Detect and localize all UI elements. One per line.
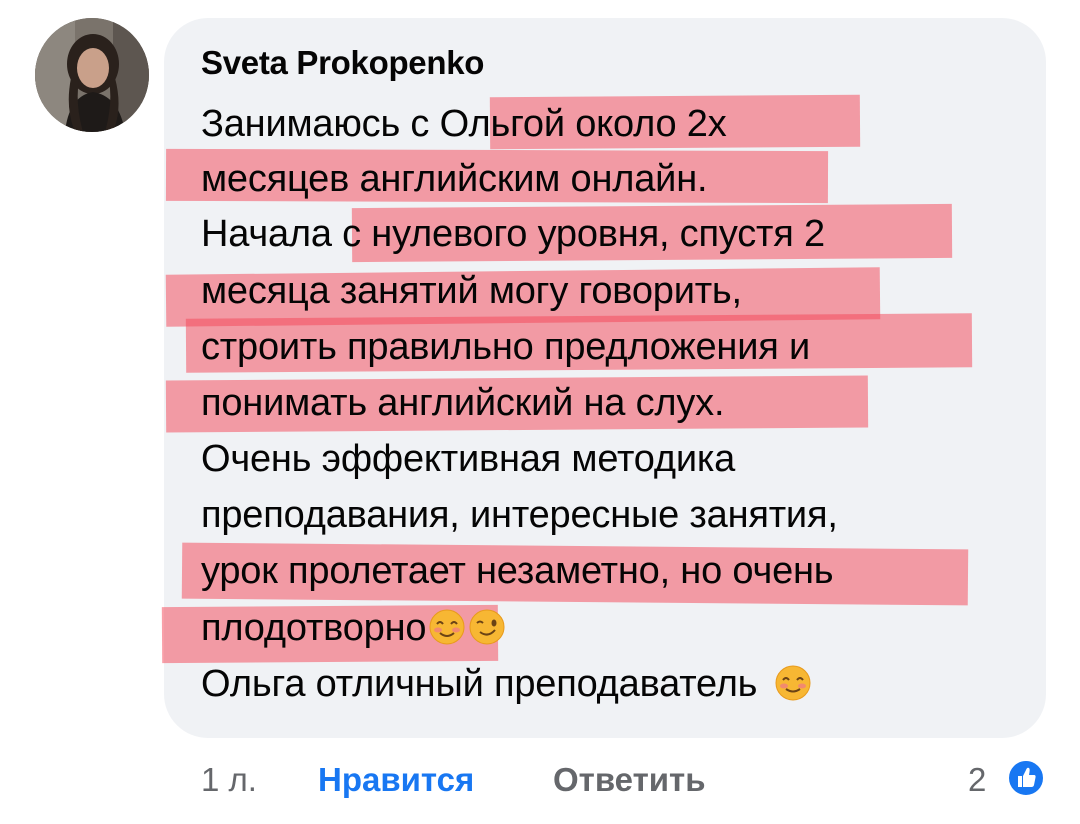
comment-text: плодотворно bbox=[201, 607, 427, 649]
comment-text-line: урок пролетает незаметно, но очень bbox=[201, 550, 834, 592]
comment-text-line: строить правильно предложения и bbox=[201, 326, 810, 368]
comment-text-line: понимать английский на слух. bbox=[201, 382, 725, 424]
comment-text: Ольга отличный преподаватель bbox=[201, 663, 758, 705]
comment-text-line: Занимаюсь с Ольгой около 2х bbox=[201, 103, 727, 145]
thumbs-up-icon[interactable] bbox=[1006, 758, 1046, 798]
avatar[interactable] bbox=[35, 18, 149, 132]
comment-text-line: Начала с нулевого уровня, спустя 2 bbox=[201, 213, 825, 255]
comment-text-line: месяцев английским онлайн. bbox=[201, 158, 708, 200]
winking-face-icon bbox=[468, 608, 506, 646]
comment-text-line-with-emoji: плодотворно bbox=[201, 606, 506, 650]
smiling-face-icon bbox=[774, 664, 812, 702]
reply-button[interactable]: Ответить bbox=[553, 760, 706, 800]
comment-timestamp[interactable]: 1 л. bbox=[201, 760, 257, 800]
comment-author[interactable]: Sveta Prokopenko bbox=[201, 44, 484, 82]
comment-text-line: месяца занятий могу говорить, bbox=[201, 270, 742, 312]
comment-text-line: Очень эффективная методика bbox=[201, 438, 736, 480]
comment-thread: Sveta Prokopenko Занимаюсь с Ольгой окол… bbox=[0, 0, 1080, 824]
smiling-face-with-smiling-eyes-icon bbox=[428, 608, 466, 646]
like-button[interactable]: Нравится bbox=[318, 760, 474, 800]
comment-text-line: преподавания, интересные занятия, bbox=[201, 494, 838, 536]
comment-text-line-with-emoji: Ольга отличный преподаватель bbox=[201, 662, 812, 706]
reaction-count[interactable]: 2 bbox=[968, 760, 986, 800]
